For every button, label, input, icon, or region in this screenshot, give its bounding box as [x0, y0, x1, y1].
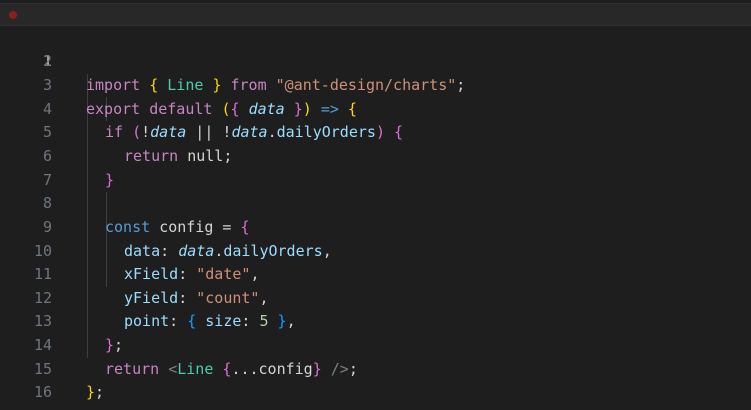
line-number: 16 — [33, 383, 52, 402]
code-line[interactable]: 13 }; — [0, 287, 751, 354]
breakpoint-icon[interactable] — [9, 11, 17, 19]
code-line[interactable]: 4 if (!data || !data.dailyOrders) { — [0, 74, 751, 142]
code-line[interactable]: 12 point: { size: 5 }, — [0, 263, 751, 331]
code-line[interactable]: 10 xField: "date", — [0, 216, 751, 284]
code-editor[interactable]: 1 import { Line } from "@ant-design/char… — [0, 0, 751, 410]
code-line[interactable]: 7 — [0, 145, 751, 189]
punctuation-token: ; — [95, 383, 105, 402]
code-line[interactable]: 2 — [0, 27, 751, 70]
code-line[interactable]: 1 import { Line } from "@ant-design/char… — [0, 3, 751, 94]
code-line[interactable]: 9 data: data.dailyOrders, — [0, 192, 751, 260]
code-line[interactable]: 5 return null; — [0, 98, 751, 165]
code-line[interactable]: 16 — [0, 358, 751, 401]
code-text[interactable]: }; — [86, 381, 104, 405]
code-line[interactable]: 11 yField: "count", — [0, 240, 751, 307]
brace-token: } — [86, 383, 96, 402]
code-line[interactable]: 3 export default ({ data }) => { — [0, 50, 751, 118]
code-line[interactable]: 15 }; — [0, 334, 751, 402]
code-line[interactable]: 6 } — [0, 121, 751, 189]
code-line[interactable]: 8 const config = { — [0, 169, 751, 236]
code-line[interactable]: 14 return <Line {...config} />; — [0, 310, 751, 378]
